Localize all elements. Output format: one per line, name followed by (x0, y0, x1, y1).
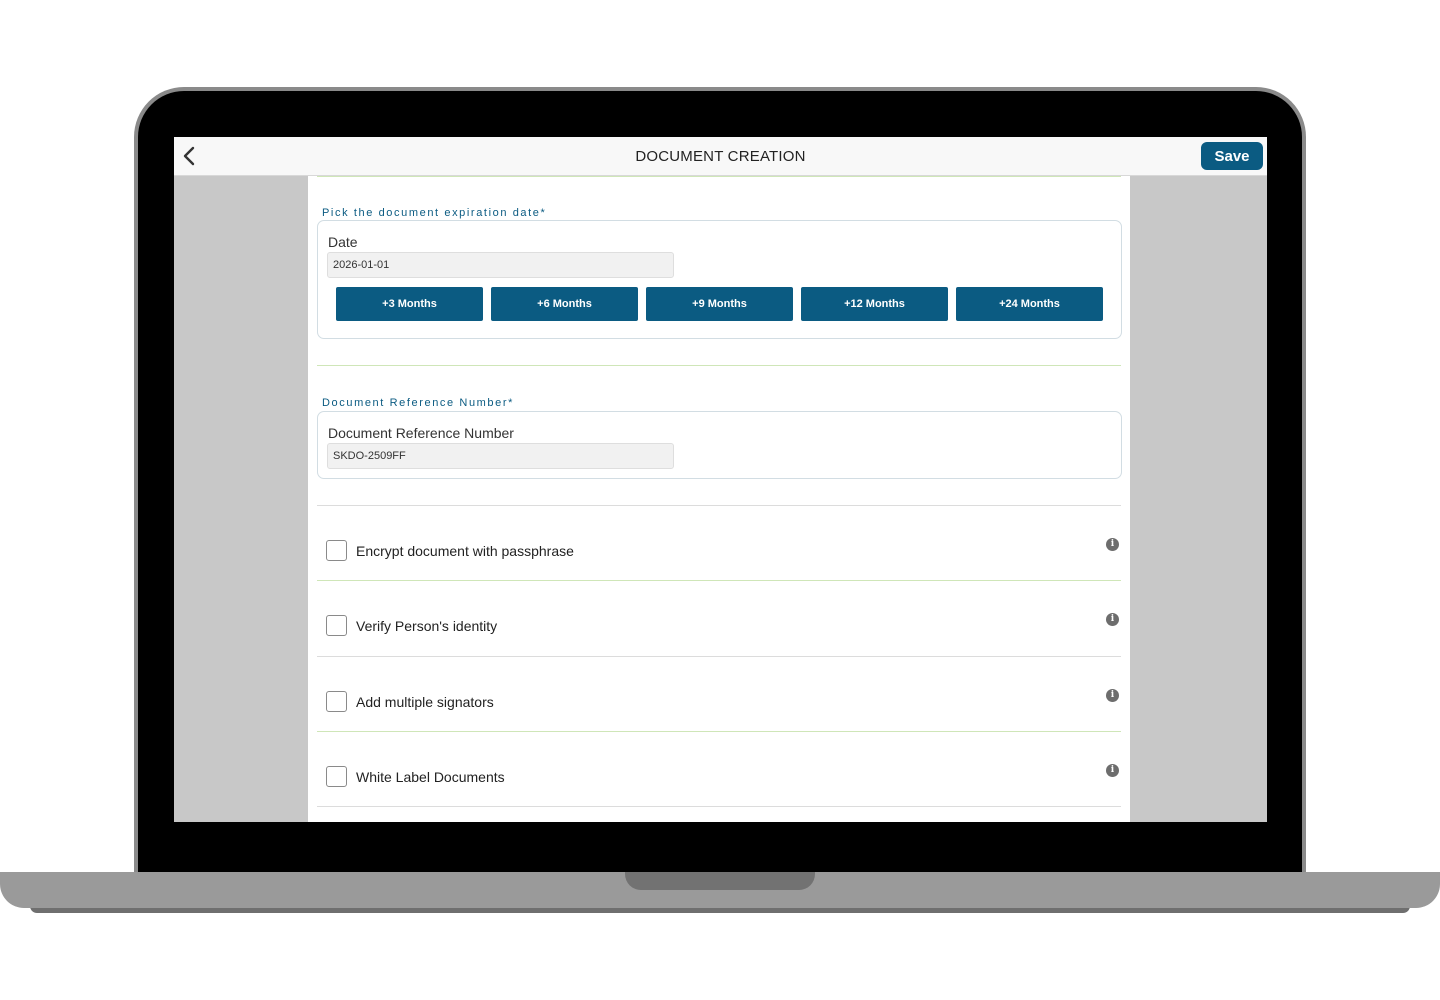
reference-field-label: Document Reference Number (328, 425, 514, 441)
section-divider (317, 505, 1121, 506)
option-multiple-signators[interactable]: Add multiple signators i (317, 681, 1122, 721)
option-divider (317, 731, 1121, 732)
form-panel: Pick the document expiration date* Date … (308, 176, 1130, 822)
top-bar: DOCUMENT CREATION Save (174, 137, 1267, 176)
option-verify-identity[interactable]: Verify Person's identity i (317, 605, 1122, 645)
option-label: Verify Person's identity (356, 618, 498, 634)
expiration-card: Date +3 Months +6 Months +9 Months +12 M… (317, 220, 1122, 339)
option-white-label[interactable]: White Label Documents i (317, 756, 1122, 796)
save-button[interactable]: Save (1201, 142, 1263, 170)
option-divider (317, 806, 1121, 807)
encrypt-checkbox[interactable] (326, 540, 347, 561)
option-label: White Label Documents (356, 769, 505, 785)
expiration-section-label: Pick the document expiration date* (322, 207, 547, 219)
option-encrypt[interactable]: Encrypt document with passphrase i (317, 530, 1122, 570)
info-icon[interactable]: i (1106, 689, 1119, 702)
plus-6-months-button[interactable]: +6 Months (491, 287, 638, 321)
info-icon[interactable]: i (1106, 538, 1119, 551)
plus-3-months-button[interactable]: +3 Months (336, 287, 483, 321)
plus-24-months-button[interactable]: +24 Months (956, 287, 1103, 321)
option-label: Encrypt document with passphrase (356, 543, 574, 559)
page-title: DOCUMENT CREATION (635, 148, 806, 165)
reference-section-label: Document Reference Number* (322, 397, 515, 409)
info-icon[interactable]: i (1106, 764, 1119, 777)
verify-identity-checkbox[interactable] (326, 615, 347, 636)
plus-9-months-button[interactable]: +9 Months (646, 287, 793, 321)
date-field-label: Date (328, 234, 358, 250)
reference-number-input[interactable] (327, 443, 674, 469)
section-divider (317, 365, 1121, 366)
app-screen: DOCUMENT CREATION Save Pick the document… (174, 137, 1267, 822)
reference-card: Document Reference Number (317, 411, 1122, 479)
option-label: Add multiple signators (356, 694, 494, 710)
section-divider (317, 176, 1121, 177)
plus-12-months-button[interactable]: +12 Months (801, 287, 948, 321)
info-icon[interactable]: i (1106, 613, 1119, 626)
white-label-checkbox[interactable] (326, 766, 347, 787)
date-input[interactable] (327, 252, 674, 278)
laptop-notch (625, 872, 815, 890)
option-divider (317, 656, 1121, 657)
option-divider (317, 580, 1121, 581)
multiple-signators-checkbox[interactable] (326, 691, 347, 712)
